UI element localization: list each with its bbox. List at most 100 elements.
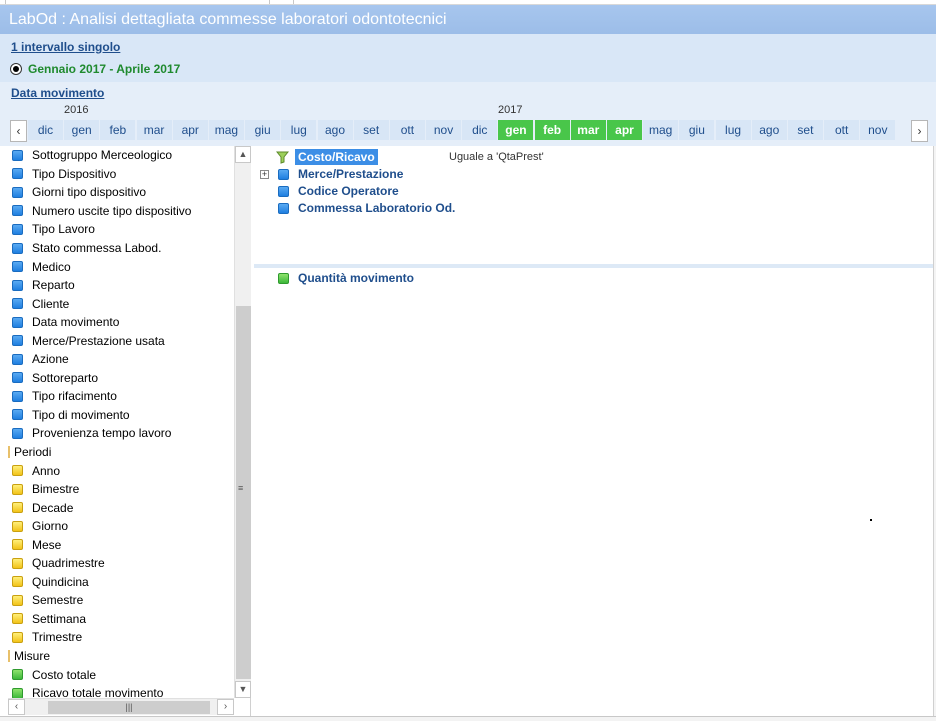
field-list-item[interactable]: Data movimento (8, 313, 234, 332)
field-list-item[interactable]: Tipo Lavoro (8, 220, 234, 239)
field-list-item[interactable]: Quindicina (8, 573, 234, 592)
measure-icon (278, 272, 289, 284)
field-list-item[interactable]: Tipo Dispositivo (8, 165, 234, 184)
field-label: Bimestre (32, 482, 80, 497)
field-list-item[interactable]: Anno (8, 461, 234, 480)
period-radio[interactable] (10, 63, 22, 75)
field-label: Azione (32, 352, 69, 367)
month-cell[interactable]: gen (64, 120, 100, 140)
field-label: Merce/Prestazione usata (32, 333, 165, 348)
month-cell[interactable]: mag (208, 120, 244, 140)
field-label: Giorno (32, 519, 69, 534)
field-list-item[interactable]: Semestre (8, 591, 234, 610)
month-cell[interactable]: nov (426, 120, 462, 140)
filter-condition: Uguale a 'QtaPrest' (449, 151, 544, 163)
chevron-left-icon: ‹ (14, 701, 19, 712)
timeline-prev-button[interactable]: ‹ (10, 120, 27, 142)
measure-item[interactable]: Quantità movimento (278, 271, 414, 285)
field-list-item[interactable]: Cliente (8, 294, 234, 313)
field-list-item[interactable]: Costo totale (8, 665, 234, 684)
month-cell[interactable]: mar (136, 120, 172, 140)
filtered-dimension-item[interactable]: Costo/Ricavo (275, 149, 378, 165)
field-list-item[interactable]: Decade (8, 498, 234, 517)
field-list-item[interactable]: Tipo di movimento (8, 406, 234, 425)
field-list-item[interactable]: Mese (8, 535, 234, 554)
field-list-item[interactable]: Azione (8, 350, 234, 369)
interval-link[interactable]: 1 intervallo singolo (11, 40, 120, 54)
field-list-item[interactable]: Trimestre (8, 628, 234, 647)
measures-panel[interactable]: Quantità movimento (254, 268, 933, 716)
month-cell[interactable]: ago (317, 120, 353, 140)
month-cell[interactable]: lug (715, 120, 751, 140)
field-list-item[interactable]: Stato commessa Labod. (8, 239, 234, 258)
horizontal-scrollbar[interactable]: ‹ ||| › (8, 698, 234, 715)
dimension-icon (12, 168, 23, 180)
field-list-item[interactable]: Provenienza tempo lavoro (8, 424, 234, 443)
month-cell[interactable]: ott (389, 120, 425, 140)
month-cell[interactable]: ago (751, 120, 787, 140)
month-cell[interactable]: giu (679, 120, 715, 140)
month-cell[interactable]: dic (28, 120, 63, 140)
month-cell[interactable]: feb (534, 120, 570, 140)
scroll-right-button[interactable]: › (217, 699, 234, 715)
dimension-label: Commessa Laboratorio Od. (298, 201, 456, 215)
field-list-item[interactable]: Giorno (8, 517, 234, 536)
field-list-item[interactable]: Quadrimestre (8, 554, 234, 573)
dimension-item[interactable]: Codice Operatore (278, 184, 399, 198)
field-list-item[interactable]: Sottoreparto (8, 369, 234, 388)
field-label: Giorni tipo dispositivo (32, 185, 147, 200)
dimensions-panel[interactable]: Costo/Ricavo Uguale a 'QtaPrest' + Merce… (254, 146, 933, 264)
dimension-item[interactable]: Commessa Laboratorio Od. (278, 201, 455, 215)
month-cell[interactable]: gen (498, 120, 534, 140)
measure-icon (12, 669, 23, 681)
dimension-label: Codice Operatore (298, 184, 399, 198)
field-label: Sottoreparto (32, 370, 99, 385)
field-list-item[interactable]: Numero uscite tipo dispositivo (8, 202, 234, 221)
vertical-scrollbar[interactable]: ▲ ≡ ▼ (234, 146, 251, 698)
month-cell[interactable]: lug (281, 120, 317, 140)
month-cell[interactable]: mag (643, 120, 679, 140)
bottom-border (0, 716, 936, 721)
period-option[interactable]: Gennaio 2017 - Aprile 2017 (10, 62, 180, 76)
stray-dot (870, 519, 872, 521)
dimension-icon (12, 149, 23, 161)
field-label: Ricavo totale movimento (32, 686, 164, 698)
field-list: Sottogruppo Merceologico Tipo Dispositivo… (8, 146, 234, 698)
chevron-up-icon: ▲ (238, 149, 248, 159)
month-cell[interactable]: nov (860, 120, 896, 140)
dimension-icon (12, 186, 23, 198)
month-cell[interactable]: giu (245, 120, 281, 140)
scroll-left-button[interactable]: ‹ (8, 699, 25, 715)
month-cell[interactable]: feb (100, 120, 136, 140)
top-strip-segment (6, 0, 270, 4)
period-icon (12, 631, 23, 643)
field-list-item[interactable]: Medico (8, 257, 234, 276)
field-list-item[interactable]: Reparto (8, 276, 234, 295)
scroll-up-button[interactable]: ▲ (235, 146, 251, 163)
month-cell[interactable]: mar (570, 120, 606, 140)
filtered-dimension-label: Costo/Ricavo (295, 149, 378, 165)
expand-icon[interactable]: + (260, 170, 269, 179)
field-list-item[interactable]: Giorni tipo dispositivo (8, 183, 234, 202)
field-label: Costo totale (32, 667, 97, 682)
field-list-item[interactable]: Settimana (8, 610, 234, 629)
month-cell[interactable]: set (787, 120, 823, 140)
scroll-down-button[interactable]: ▼ (235, 681, 251, 698)
timeline-next-button[interactable]: › (911, 120, 928, 142)
field-list-item[interactable]: Bimestre (8, 480, 234, 499)
field-list-item[interactable]: Tipo rifacimento (8, 387, 234, 406)
horizontal-scroll-thumb[interactable]: ||| (48, 701, 210, 714)
month-cell[interactable]: apr (607, 120, 642, 140)
month-cell[interactable]: apr (172, 120, 208, 140)
field-list-item[interactable]: Merce/Prestazione usata (8, 331, 234, 350)
month-cell[interactable]: dic (462, 120, 498, 140)
field-list-item[interactable]: Ricavo totale movimento (8, 684, 234, 698)
dimension-item[interactable]: Merce/Prestazione (278, 167, 403, 181)
field-label: Stato commessa Labod. (32, 241, 162, 255)
month-cell[interactable]: set (353, 120, 389, 140)
field-list-item[interactable]: Sottogruppo Merceologico (8, 146, 234, 165)
dimension-icon (12, 298, 23, 310)
month-cell[interactable]: ott (824, 120, 860, 140)
timeline-field-link[interactable]: Data movimento (11, 86, 104, 100)
field-list-panel: Sottogruppo Merceologico Tipo Dispositivo… (8, 146, 251, 716)
